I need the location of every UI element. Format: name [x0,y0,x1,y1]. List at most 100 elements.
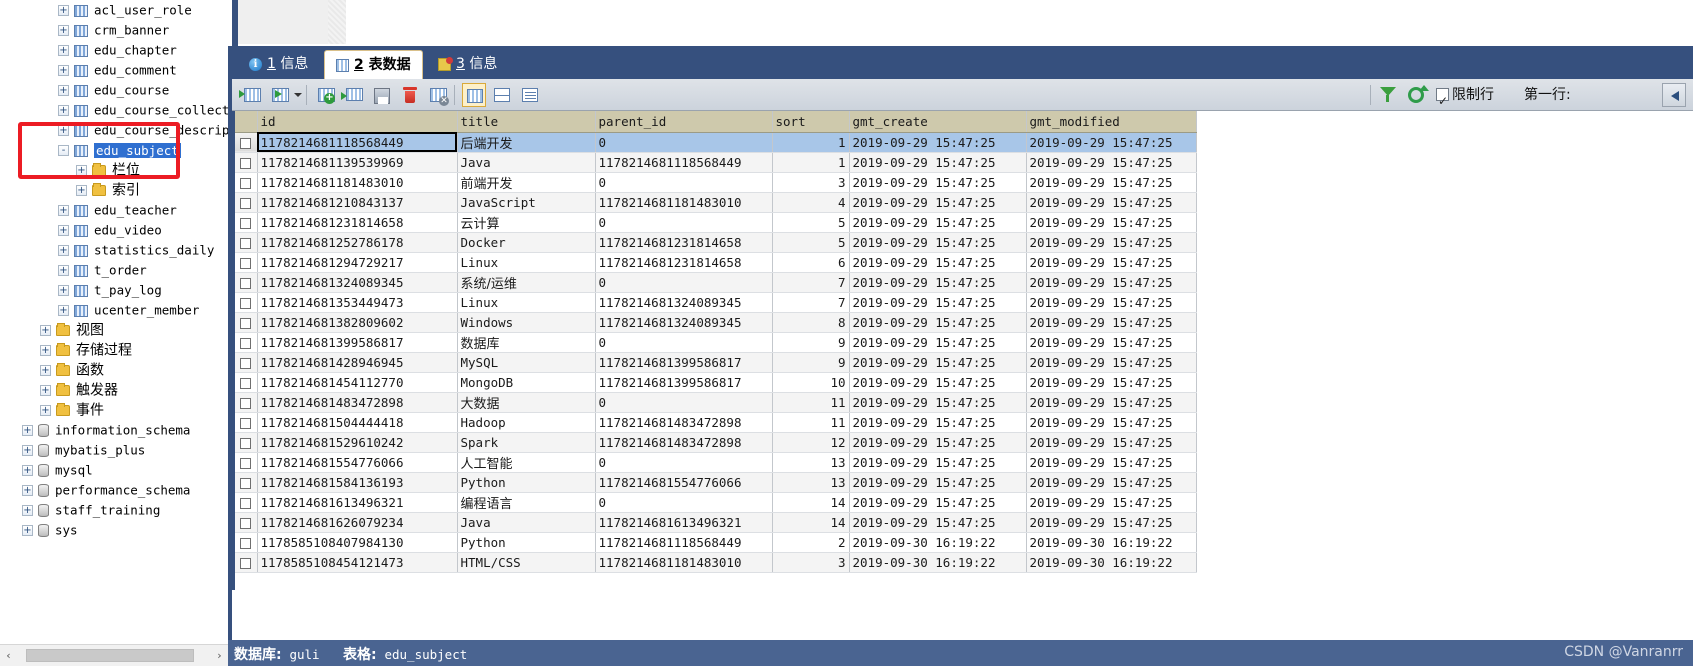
tree-item-acl_user_role[interactable]: + acl_user_role [0,0,228,20]
cell-gmt_create[interactable]: 2019-09-29 15:47:25 [849,412,1027,433]
expand-icon[interactable]: + [40,405,51,416]
cell-title[interactable]: Java [457,152,596,173]
cell-gmt_modified[interactable]: 2019-09-29 15:47:25 [1026,472,1197,493]
cell-title[interactable]: 前端开发 [457,172,596,193]
table-row[interactable]: 1178585108454121473 HTML/CSS 1178214681181… [235,552,1197,573]
cell-gmt_create[interactable]: 2019-09-29 15:47:25 [849,372,1027,393]
tree-item-edu_course_description[interactable]: + edu_course_description [0,120,228,140]
expand-icon[interactable]: + [40,385,51,396]
row-select-checkbox[interactable] [235,152,258,173]
expand-icon[interactable]: + [76,185,87,196]
tree-item-edu_course_collect[interactable]: + edu_course_collect [0,100,228,120]
cell-gmt_create[interactable]: 2019-09-29 15:47:25 [849,392,1027,413]
checkbox-icon[interactable] [240,157,252,169]
column-header-parent_id[interactable]: parent_id [595,111,773,133]
cell-id[interactable]: 1178214681252786178 [257,232,458,253]
cell-parent_id[interactable]: 1178214681118568449 [595,152,773,173]
tree-item-edu_chapter[interactable]: + edu_chapter [0,40,228,60]
cell-sort[interactable]: 8 [772,312,850,333]
cell-parent_id[interactable]: 1178214681324089345 [595,312,773,333]
cell-parent_id[interactable]: 0 [595,392,773,413]
tree-item-edu_course[interactable]: + edu_course [0,80,228,100]
tree-list[interactable]: + acl_user_role + crm_banner + edu_chapter + ed… [0,0,228,540]
checkbox-icon[interactable] [240,337,252,349]
cell-parent_id[interactable]: 1178214681399586817 [595,352,773,373]
cell-gmt_create[interactable]: 2019-09-29 15:47:25 [849,292,1027,313]
cell-gmt_create[interactable]: 2019-09-29 15:47:25 [849,352,1027,373]
grid-view-button[interactable] [462,83,486,107]
cell-gmt_modified[interactable]: 2019-09-29 15:47:25 [1026,392,1197,413]
scroll-right-arrow-icon[interactable]: › [211,645,228,666]
cell-gmt_create[interactable]: 2019-09-29 15:47:25 [849,492,1027,513]
cell-gmt_create[interactable]: 2019-09-29 15:47:25 [849,152,1027,173]
tree-item-mybatis_plus[interactable]: + mybatis_plus [0,440,228,460]
tree-item-函数[interactable]: + 函数 [0,360,228,380]
cell-parent_id[interactable]: 1178214681483472898 [595,412,773,433]
cell-id[interactable]: 1178214681353449473 [257,292,458,313]
cell-id[interactable]: 1178214681584136193 [257,472,458,493]
tree-item-edu_teacher[interactable]: + edu_teacher [0,200,228,220]
expand-icon[interactable]: + [40,345,51,356]
table-row[interactable]: 1178214681231814658 云计算 0 5 2019-09-29 15:47… [235,212,1197,233]
cell-gmt_create[interactable]: 2019-09-29 15:47:25 [849,252,1027,273]
cell-title[interactable]: Python [457,532,596,553]
checkbox-icon[interactable] [240,497,252,509]
tree-item-t_pay_log[interactable]: + t_pay_log [0,280,228,300]
cell-sort[interactable]: 2 [772,532,850,553]
cell-sort[interactable]: 7 [772,272,850,293]
table-row[interactable]: 1178214681294729217 Linux 1178214681231814… [235,252,1197,273]
expand-icon[interactable]: + [40,325,51,336]
cell-id[interactable]: 1178214681428946945 [257,352,458,373]
tree-item-t_order[interactable]: + t_order [0,260,228,280]
checkbox-icon[interactable] [240,277,252,289]
chevron-down-icon[interactable] [294,93,302,97]
cell-parent_id[interactable]: 1178214681483472898 [595,432,773,453]
cell-gmt_modified[interactable]: 2019-09-29 15:47:25 [1026,332,1197,353]
expand-icon[interactable]: + [58,85,69,96]
cell-id[interactable]: 1178214681139539969 [257,152,458,173]
select-all-header[interactable] [235,111,258,133]
cell-sort[interactable]: 5 [772,232,850,253]
cell-gmt_create[interactable]: 2019-09-29 15:47:25 [849,432,1027,453]
cell-gmt_create[interactable]: 2019-09-29 15:47:25 [849,232,1027,253]
table-row[interactable]: 1178214681454112770 MongoDB 11782146813995… [235,372,1197,393]
cell-id[interactable]: 1178214681554776066 [257,452,458,473]
cell-title[interactable]: Linux [457,252,596,273]
table-row[interactable]: 1178214681210843137 JavaScript 11782146811… [235,192,1197,213]
row-select-checkbox[interactable] [235,252,258,273]
cell-sort[interactable]: 13 [772,472,850,493]
save-record-button[interactable] [370,83,394,107]
cell-gmt_create[interactable]: 2019-09-29 15:47:25 [849,192,1027,213]
cell-gmt_modified[interactable]: 2019-09-30 16:19:22 [1026,532,1197,553]
cell-gmt_modified[interactable]: 2019-09-29 15:47:25 [1026,232,1197,253]
column-header-gmt_modified[interactable]: gmt_modified [1026,111,1197,133]
row-select-checkbox[interactable] [235,372,258,393]
top-strip-resizer[interactable] [328,0,346,44]
delete-record-button[interactable] [341,83,366,107]
cell-title[interactable]: HTML/CSS [457,552,596,573]
row-select-checkbox[interactable] [235,392,258,413]
cell-id[interactable]: 1178214681454112770 [257,372,458,393]
cell-parent_id[interactable]: 1178214681613496321 [595,512,773,533]
refresh-icon[interactable] [1408,85,1429,103]
cell-sort[interactable]: 1 [772,152,850,173]
cell-title[interactable]: 数据库 [457,332,596,353]
cell-title[interactable]: MySQL [457,352,596,373]
row-select-checkbox[interactable] [235,512,258,533]
cell-title[interactable]: 后端开发 [457,132,596,153]
cell-gmt_modified[interactable]: 2019-09-29 15:47:25 [1026,512,1197,533]
cell-gmt_modified[interactable]: 2019-09-29 15:47:25 [1026,452,1197,473]
cell-sort[interactable]: 12 [772,432,850,453]
cell-title[interactable]: MongoDB [457,372,596,393]
row-select-checkbox[interactable] [235,452,258,473]
cell-id[interactable]: 1178214681626079234 [257,512,458,533]
expand-icon[interactable]: + [22,485,33,496]
cell-gmt_create[interactable]: 2019-09-29 15:47:25 [849,332,1027,353]
cell-sort[interactable]: 10 [772,372,850,393]
cell-sort[interactable]: 11 [772,392,850,413]
cell-title[interactable]: Windows [457,312,596,333]
cell-gmt_modified[interactable]: 2019-09-29 15:47:25 [1026,312,1197,333]
column-header-title[interactable]: title [457,111,596,133]
row-select-checkbox[interactable] [235,192,258,213]
expand-icon[interactable]: + [58,25,69,36]
